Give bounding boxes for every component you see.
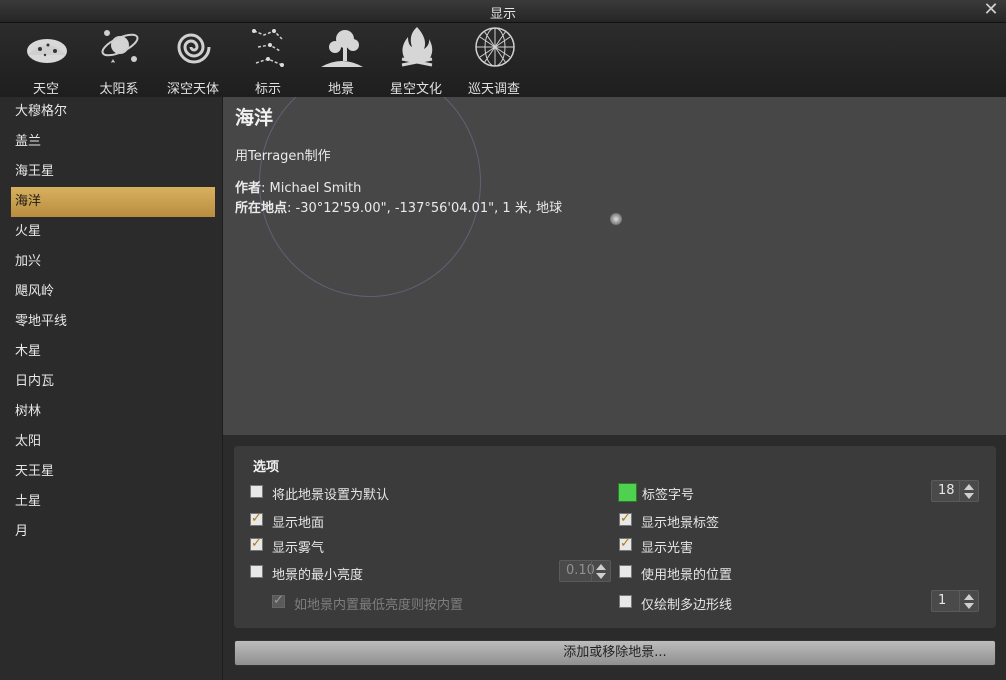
checkbox-box[interactable] bbox=[619, 511, 632, 526]
list-item[interactable]: 太阳 bbox=[11, 427, 215, 457]
min-brightness-label: 地景的最小亮度 bbox=[272, 568, 364, 583]
checkbox-box[interactable] bbox=[272, 593, 285, 608]
label-font-size-label: 标签字号 bbox=[642, 488, 695, 503]
surveys-icon bbox=[475, 27, 515, 67]
landscape-icon bbox=[321, 30, 363, 67]
tab-surveys[interactable]: 巡天调查 bbox=[460, 23, 528, 97]
label-color-swatch[interactable] bbox=[618, 483, 637, 502]
list-item[interactable]: 土星 bbox=[11, 487, 215, 517]
author-value: : Michael Smith bbox=[261, 181, 362, 196]
list-item[interactable]: 日内瓦 bbox=[11, 367, 215, 397]
tab-solar-system[interactable]: 太阳系 bbox=[85, 23, 153, 97]
category-toolbar: 天空 太阳系 深空天体 标示 地景 星空文化 巡天调查 bbox=[0, 23, 1006, 97]
list-item[interactable]: 木星 bbox=[11, 337, 215, 367]
light-pollution-label: 显示光害 bbox=[641, 541, 694, 556]
show-ground-label: 显示地面 bbox=[272, 516, 325, 531]
view-settings-window: 显示 ✕ 天空 太阳系 深空天体 标示 地景 星空文化 巡天调查 大穆格尔 盖兰… bbox=[0, 0, 1006, 680]
tab-sky[interactable]: 天空 bbox=[12, 23, 80, 97]
checkbox-box[interactable] bbox=[619, 565, 632, 578]
polygon-thickness-spinbox[interactable]: 1 bbox=[931, 590, 979, 612]
tab-markings[interactable]: 标示 bbox=[234, 23, 302, 97]
landscape-description: 海洋 用Terragen制作 作者: Michael Smith 所在地点: -… bbox=[223, 97, 1006, 435]
author-label: 作者 bbox=[235, 181, 262, 196]
checkbox-box[interactable] bbox=[619, 536, 632, 551]
tab-surveys-label: 巡天调查 bbox=[467, 82, 520, 97]
deep-sky-icon bbox=[177, 33, 211, 64]
sky-icon bbox=[27, 39, 67, 63]
landscape-name: 海洋 bbox=[235, 107, 274, 129]
close-icon[interactable]: ✕ bbox=[982, 0, 1000, 20]
tab-markings-label: 标示 bbox=[254, 82, 281, 97]
label-font-size-spinbox[interactable]: 18 bbox=[931, 480, 979, 502]
list-item[interactable]: 飓风岭 bbox=[11, 277, 215, 307]
spin-down-icon[interactable] bbox=[964, 603, 974, 609]
label-font-size-value: 18 bbox=[938, 483, 955, 498]
list-item[interactable]: 盖兰 bbox=[11, 127, 215, 157]
tab-sky-label: 天空 bbox=[32, 82, 59, 97]
tab-starlore-label: 星空文化 bbox=[389, 82, 442, 97]
checkbox-box[interactable] bbox=[250, 536, 263, 551]
solar-system-icon bbox=[101, 30, 139, 63]
checkbox-box[interactable] bbox=[619, 595, 632, 608]
options-group: 选项 将此地景设置为默认 显示地面 显示雾气 地景的最小亮度 0.10 如地景内… bbox=[234, 446, 996, 628]
spin-down-icon[interactable] bbox=[596, 573, 606, 579]
location-line: 所在地点: -30°12'59.00", -137°56'04.01", 1 米… bbox=[235, 197, 562, 216]
checkbox-box[interactable] bbox=[250, 511, 263, 526]
landscape-description-text: 用Terragen制作 bbox=[235, 149, 331, 164]
list-item[interactable]: 加兴 bbox=[11, 247, 215, 277]
set-default-label: 将此地景设置为默认 bbox=[272, 488, 390, 503]
location-value: : -30°12'59.00", -137°56'04.01", 1 米, 地球 bbox=[287, 201, 563, 216]
author-line: 作者: Michael Smith bbox=[235, 177, 361, 196]
list-item[interactable]: 零地平线 bbox=[11, 307, 215, 337]
polygon-thickness-value: 1 bbox=[938, 593, 947, 608]
tab-starlore[interactable]: 星空文化 bbox=[382, 23, 450, 97]
spin-arrows[interactable] bbox=[591, 561, 610, 581]
tab-deep-sky[interactable]: 深空天体 bbox=[159, 23, 227, 97]
checkbox-box[interactable] bbox=[250, 485, 263, 498]
list-item[interactable]: 月 bbox=[11, 517, 215, 547]
spin-up-icon[interactable] bbox=[964, 594, 974, 600]
spin-up-icon[interactable] bbox=[596, 564, 606, 570]
use-location-label: 使用地景的位置 bbox=[641, 568, 733, 583]
list-item[interactable]: 海洋 bbox=[11, 187, 215, 217]
starlore-icon bbox=[401, 27, 433, 67]
window-title: 显示 bbox=[489, 7, 516, 22]
list-item[interactable]: 火星 bbox=[11, 217, 215, 247]
min-brightness-spinbox[interactable]: 0.10 bbox=[559, 560, 611, 582]
show-fog-label: 显示雾气 bbox=[272, 541, 325, 556]
spin-arrows[interactable] bbox=[959, 591, 978, 611]
tab-landscape[interactable]: 地景 bbox=[307, 23, 375, 97]
markings-icon bbox=[252, 29, 284, 67]
add-remove-landscapes-button[interactable]: 添加或移除地景... bbox=[234, 640, 996, 666]
checkbox-box[interactable] bbox=[250, 565, 263, 578]
spin-down-icon[interactable] bbox=[964, 493, 974, 499]
location-label: 所在地点 bbox=[235, 201, 288, 216]
landscape-list[interactable]: 大穆格尔 盖兰 海王星 海洋 火星 加兴 飓风岭 零地平线 木星 日内瓦 树林 太阳 天王星 土星月 bbox=[0, 97, 223, 680]
spin-arrows[interactable] bbox=[959, 481, 978, 501]
star-decoration bbox=[610, 213, 622, 225]
tab-landscape-label: 地景 bbox=[327, 82, 354, 97]
polygon-only-label: 仅绘制多边形线 bbox=[641, 598, 733, 613]
tab-deep-sky-label: 深空天体 bbox=[166, 82, 219, 97]
options-title: 选项 bbox=[253, 460, 280, 475]
override-brightness-label: 如地景内置最低亮度则按内置 bbox=[294, 598, 464, 613]
list-item[interactable]: 树林 bbox=[11, 397, 215, 427]
show-labels-label: 显示地景标签 bbox=[641, 516, 720, 531]
list-item[interactable]: 大穆格尔 bbox=[11, 97, 215, 127]
spin-up-icon[interactable] bbox=[964, 484, 974, 490]
list-item[interactable]: 天王星 bbox=[11, 457, 215, 487]
tab-solar-system-label: 太阳系 bbox=[99, 82, 139, 97]
title-bar: 显示 ✕ bbox=[0, 0, 1006, 23]
list-item[interactable]: 海王星 bbox=[11, 157, 215, 187]
